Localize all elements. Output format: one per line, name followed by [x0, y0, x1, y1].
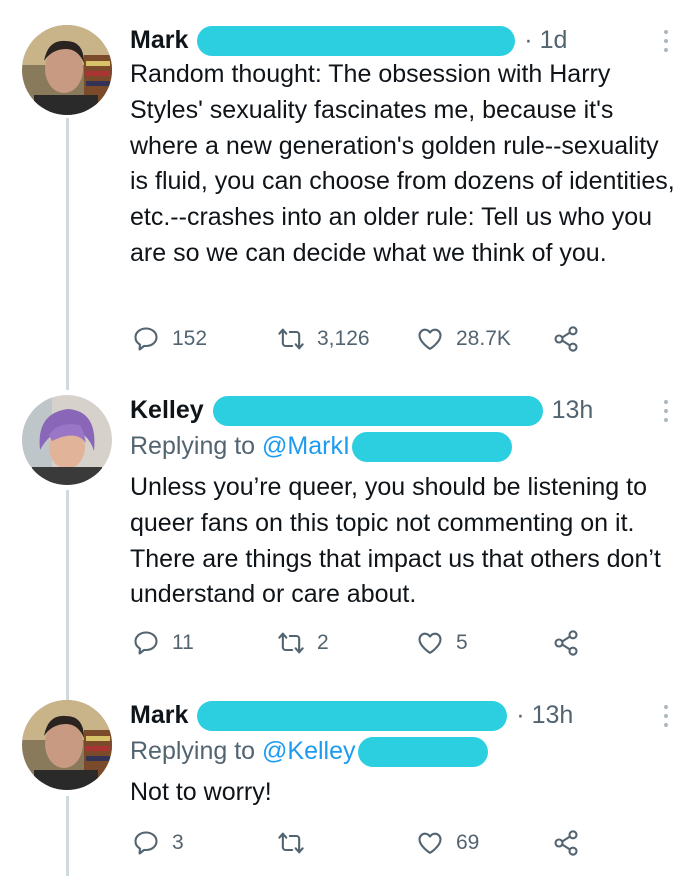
retweet-count: 2: [317, 631, 329, 654]
reply-count: 3: [172, 831, 184, 854]
share-button[interactable]: [552, 826, 592, 860]
heart-icon: [418, 632, 442, 654]
like-count: 5: [456, 631, 468, 654]
reply-bubble-icon: [134, 831, 158, 855]
tweet-text: Unless you’re queer, you should be liste…: [130, 473, 661, 609]
tweet-text: Random thought: The obsession with Harry…: [130, 60, 675, 267]
heart-icon: [418, 832, 442, 854]
share-button[interactable]: [552, 626, 592, 660]
tweet-header: Mark · 1d: [130, 20, 640, 60]
replying-to-label: Replying to: [130, 432, 263, 460]
replying-to-label: Replying to: [130, 737, 263, 765]
tweet-actions: 3 69: [132, 826, 602, 860]
tweet-actions: 152 3,126 28.7K: [132, 322, 602, 356]
retweet-icon: [278, 328, 304, 350]
more-dots-icon[interactable]: [662, 705, 670, 729]
retweet-button[interactable]: [277, 826, 317, 860]
replying-to: Replying to @Kelley: [130, 733, 490, 769]
retweet-icon: [278, 832, 304, 854]
avatar[interactable]: [22, 700, 112, 790]
heart-icon: [418, 328, 442, 350]
avatar[interactable]: [22, 25, 112, 115]
retweet-button[interactable]: 2: [277, 626, 329, 660]
reply-bubble-icon: [134, 631, 158, 655]
redaction-mark: [212, 396, 543, 427]
retweet-button[interactable]: 3,126: [277, 322, 370, 356]
author-name[interactable]: Kelley: [130, 396, 204, 424]
like-button[interactable]: 69: [416, 826, 479, 860]
avatar[interactable]: [22, 395, 112, 485]
more-dots-icon[interactable]: [662, 30, 670, 54]
redaction-mark: [351, 432, 512, 463]
reply-bubble-icon: [134, 327, 158, 351]
reply-button[interactable]: 152: [132, 322, 207, 356]
replying-to: Replying to @MarkI: [130, 428, 514, 464]
author-name[interactable]: Mark: [130, 701, 188, 729]
like-count: 28.7K: [456, 327, 511, 350]
tweet[interactable]: Mark · 13h Replying to @Kelley Not to wo…: [0, 695, 700, 876]
retweet-count: 3,126: [317, 327, 370, 350]
tweet-header: Kelley 13h: [130, 390, 640, 430]
tweet[interactable]: Mark · 1d Random thought: The obsession …: [0, 20, 700, 365]
replying-to-handle[interactable]: @Kelley: [262, 737, 355, 765]
like-count: 69: [456, 831, 480, 854]
reply-button[interactable]: 11: [132, 626, 194, 660]
tweet-timestamp[interactable]: · 1d: [524, 26, 567, 54]
like-button[interactable]: 5: [416, 626, 468, 660]
reply-count: 152: [172, 327, 208, 350]
share-icon: [554, 326, 578, 352]
tweet-timestamp[interactable]: 13h: [552, 396, 594, 424]
tweet-timestamp[interactable]: · 13h: [516, 701, 573, 729]
tweet-text: Not to worry!: [130, 778, 272, 806]
author-name[interactable]: Mark: [130, 26, 188, 54]
more-dots-icon[interactable]: [662, 400, 670, 424]
tweet-header: Mark · 13h: [130, 695, 640, 735]
reply-button[interactable]: 3: [132, 826, 184, 860]
share-icon: [554, 830, 578, 856]
tweet[interactable]: Kelley 13h Replying to @MarkI Unless you…: [0, 390, 700, 680]
redaction-mark: [197, 26, 516, 57]
share-button[interactable]: [552, 322, 592, 356]
redaction-mark: [197, 701, 508, 732]
reply-count: 11: [172, 631, 194, 654]
retweet-icon: [278, 632, 304, 654]
share-icon: [554, 630, 578, 656]
like-button[interactable]: 28.7K: [416, 322, 511, 356]
tweet-actions: 11 2 5: [132, 626, 602, 660]
redaction-mark: [357, 737, 488, 768]
replying-to-handle[interactable]: @MarkI: [262, 432, 350, 460]
